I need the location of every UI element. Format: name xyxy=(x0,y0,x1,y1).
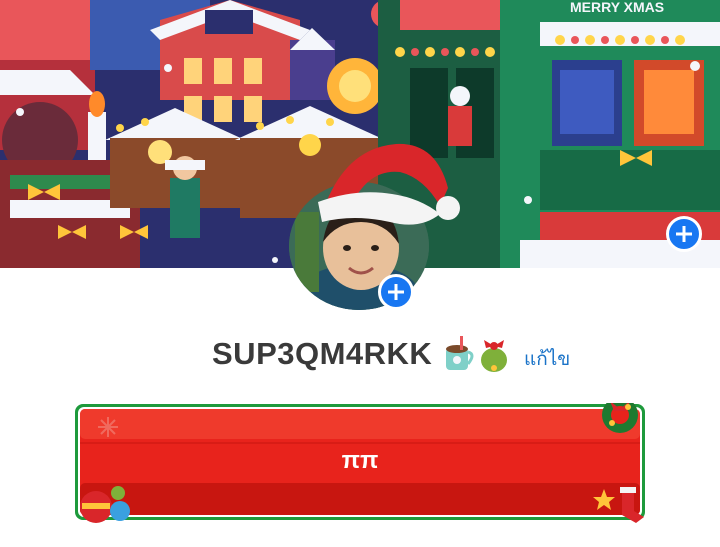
christmas-bell-icon xyxy=(481,340,507,372)
christmas-banner-button[interactable]: ππ xyxy=(74,403,646,523)
santa-hat-icon xyxy=(318,143,460,225)
plus-icon xyxy=(676,226,692,242)
change-avatar-button[interactable] xyxy=(378,274,414,310)
plus-icon xyxy=(388,284,404,300)
edit-name-link[interactable]: แก้ไข xyxy=(524,344,570,374)
merry-xmas-sign: MERRY XMAS xyxy=(570,0,664,15)
change-cover-button[interactable] xyxy=(666,216,702,252)
hot-cocoa-icon xyxy=(446,336,474,370)
banner-button-label: ππ xyxy=(341,447,379,474)
profile-name-row: SUP3QM4RKK แก้ไข xyxy=(0,332,720,380)
username: SUP3QM4RKK xyxy=(212,336,433,371)
